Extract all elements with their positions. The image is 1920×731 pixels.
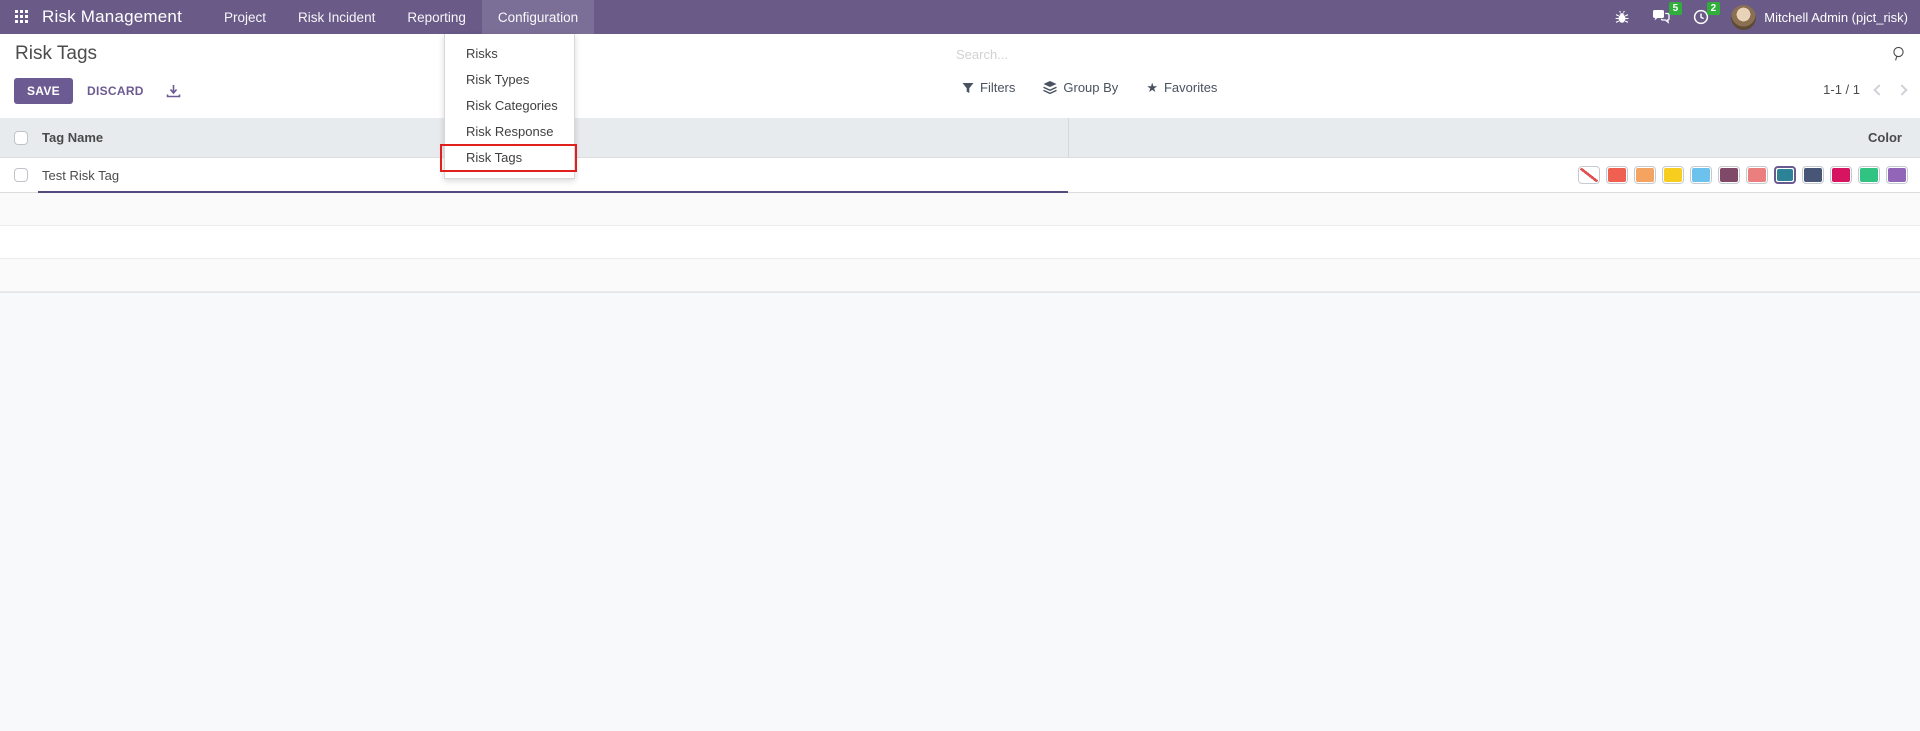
- nav-item-risk-incident[interactable]: Risk Incident: [282, 0, 391, 34]
- nav-item-project[interactable]: Project: [208, 0, 282, 34]
- pager-previous-icon[interactable]: [1873, 83, 1885, 96]
- color-swatch-green[interactable]: [1858, 166, 1880, 184]
- group-by-label: Group By: [1063, 80, 1119, 95]
- page-background: [0, 292, 1920, 731]
- column-header-color[interactable]: Color: [1868, 130, 1902, 145]
- color-swatch-orange[interactable]: [1634, 166, 1656, 184]
- page-title: Risk Tags: [15, 43, 98, 64]
- systray: 5 2 Mitchell Admin (pjct_risk): [1614, 0, 1920, 34]
- search-box: [956, 42, 1910, 66]
- pager-next-icon[interactable]: [1896, 83, 1908, 96]
- user-menu[interactable]: Mitchell Admin (pjct_risk): [1764, 10, 1908, 25]
- pager-range: 1-1 / 1: [1823, 82, 1860, 97]
- app-title[interactable]: Risk Management: [42, 7, 182, 27]
- favorites-label: Favorites: [1163, 80, 1218, 95]
- nav-menu-bar: Project Risk Incident Reporting Configur…: [208, 0, 595, 34]
- bug-icon[interactable]: [1614, 9, 1630, 25]
- menu-item-risk-types[interactable]: Risk Types: [445, 67, 574, 93]
- color-swatch-light-blue[interactable]: [1690, 166, 1712, 184]
- control-panel: Risk Tags SAVE DISCARD Filters: [0, 34, 1920, 118]
- messages-icon[interactable]: 5: [1652, 2, 1683, 25]
- empty-row-stripe: [0, 193, 1920, 226]
- menu-item-risk-tags[interactable]: Risk Tags: [445, 145, 574, 171]
- select-all-checkbox[interactable]: [14, 130, 28, 145]
- discard-button[interactable]: DISCARD: [75, 78, 156, 104]
- messages-count-badge: 5: [1668, 2, 1683, 15]
- nav-item-reporting[interactable]: Reporting: [391, 0, 482, 34]
- color-picker: [1578, 166, 1908, 184]
- apps-grid-icon[interactable]: [15, 10, 29, 24]
- favorites-button[interactable]: ★ Favorites: [1146, 80, 1217, 95]
- color-swatch-salmon[interactable]: [1746, 166, 1768, 184]
- column-divider: [1068, 118, 1069, 158]
- color-swatch-none[interactable]: [1578, 166, 1600, 184]
- star-icon: ★: [1146, 80, 1158, 95]
- search-options: Filters Group By ★ Favorites: [962, 80, 1217, 95]
- column-header-tag-name[interactable]: Tag Name: [42, 130, 103, 145]
- menu-item-risk-response[interactable]: Risk Response: [445, 119, 574, 145]
- table-row: [0, 158, 1920, 193]
- list-header-row: Tag Name Color: [0, 118, 1920, 158]
- funnel-icon: [962, 82, 974, 94]
- color-swatch-teal-selected[interactable]: [1774, 166, 1796, 184]
- menu-item-risks[interactable]: Risks: [445, 41, 574, 67]
- search-input[interactable]: [956, 42, 1880, 66]
- top-navbar: Risk Management Project Risk Incident Re…: [0, 0, 1920, 34]
- nav-item-configuration[interactable]: Configuration: [481, 0, 595, 34]
- download-icon[interactable]: [166, 84, 181, 99]
- configuration-dropdown-menu: Risks Risk Types Risk Categories Risk Re…: [444, 34, 575, 179]
- magnifier-icon[interactable]: [1891, 46, 1906, 62]
- color-swatch-dark-blue[interactable]: [1802, 166, 1824, 184]
- color-swatch-purple[interactable]: [1886, 166, 1908, 184]
- group-by-button[interactable]: Group By: [1043, 80, 1118, 95]
- filters-button[interactable]: Filters: [962, 80, 1015, 95]
- layers-icon: [1043, 81, 1058, 94]
- color-swatch-yellow[interactable]: [1662, 166, 1684, 184]
- save-button[interactable]: SAVE: [14, 78, 73, 104]
- menu-item-risk-categories[interactable]: Risk Categories: [445, 93, 574, 119]
- color-swatch-dark-purple[interactable]: [1718, 166, 1740, 184]
- filters-label: Filters: [980, 80, 1016, 95]
- user-avatar[interactable]: [1731, 4, 1757, 30]
- activities-clock-icon[interactable]: 2: [1693, 2, 1721, 25]
- activities-count-badge: 2: [1706, 2, 1721, 15]
- empty-row-stripe: [0, 226, 1920, 259]
- color-swatch-red[interactable]: [1606, 166, 1628, 184]
- empty-row-stripe: [0, 259, 1920, 292]
- row-checkbox[interactable]: [14, 168, 28, 182]
- pager: 1-1 / 1: [1823, 82, 1908, 97]
- edit-buttons: SAVE DISCARD: [14, 78, 181, 104]
- color-swatch-fuchsia[interactable]: [1830, 166, 1852, 184]
